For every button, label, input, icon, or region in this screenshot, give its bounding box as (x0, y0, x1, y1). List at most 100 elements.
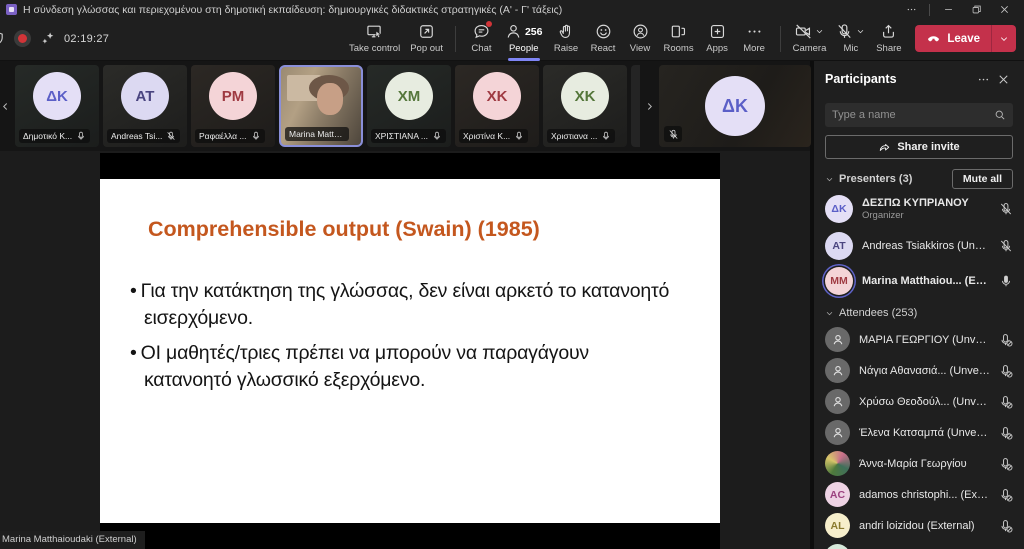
video-tile[interactable]: XK Χριστιανα ... (543, 65, 627, 147)
chat-button[interactable]: Chat (463, 19, 500, 59)
pop-out-button[interactable]: Pop out (405, 19, 448, 59)
mic-options-chevron[interactable] (856, 23, 865, 41)
apps-icon (709, 23, 726, 40)
participant-search[interactable] (825, 103, 1013, 127)
teams-meeting-window: Η σύνδεση γλώσσας και περιεχομένου στη δ… (0, 0, 1024, 549)
mic-blocked-icon[interactable] (999, 426, 1013, 440)
mic-muted-icon[interactable] (999, 239, 1013, 253)
tile-name: Δημοτικό Κ... (23, 131, 72, 141)
tile-name: Χριστίνα Κ... (463, 131, 510, 141)
mic-icon (76, 131, 86, 141)
tile-name: Ραφαέλλα ... (199, 131, 247, 141)
avatar (825, 358, 850, 383)
close-window-button[interactable] (990, 0, 1018, 19)
view-button[interactable]: View (622, 19, 659, 59)
search-input[interactable] (832, 109, 994, 121)
avatar: ΔΚ (705, 76, 765, 136)
camera-button[interactable]: Camera (788, 19, 832, 59)
video-tile-speaking[interactable]: Marina Matthai... (279, 65, 363, 147)
titlebar-more-button[interactable] (897, 0, 925, 19)
person-icon (831, 333, 845, 347)
meeting-title: Η σύνδεση γλώσσας και περιεχομένου στη δ… (23, 4, 562, 16)
participant-row[interactable]: ΜΑΡΙΑ ΓΕΩΡΓΙΟΥ (Unverified) (825, 324, 1013, 355)
participant-row[interactable]: AP ANDRI PHILIPPOU (External) (825, 541, 1013, 549)
avatar: AT (121, 72, 169, 120)
mic-on-icon[interactable] (999, 274, 1013, 288)
leave-button[interactable]: Leave (915, 25, 1016, 52)
mic-blocked-icon[interactable] (999, 333, 1013, 347)
raise-hand-button[interactable]: Raise (548, 19, 585, 59)
mic-blocked-icon[interactable] (999, 488, 1013, 502)
chevron-right-icon (644, 101, 655, 112)
leave-options-chevron[interactable] (992, 25, 1016, 52)
avatar-photo (825, 451, 850, 476)
apps-button[interactable]: Apps (699, 19, 736, 59)
participant-row[interactable]: MM Marina Matthaiou... (External) (825, 263, 1013, 298)
mic-button[interactable]: Mic (831, 19, 870, 59)
avatar (825, 327, 850, 352)
camera-options-chevron[interactable] (815, 23, 824, 41)
filmstrip-scroll-right-button[interactable] (644, 65, 655, 147)
share-invite-button[interactable]: Share invite (825, 135, 1013, 159)
app-icon (6, 4, 17, 15)
participants-close-button[interactable] (993, 69, 1013, 89)
participant-row[interactable]: ΔΚ ΔΕΣΠΩ ΚΥΠΡΙΑΝΟΥ Organizer (825, 190, 1013, 228)
mic-blocked-icon[interactable] (999, 519, 1013, 533)
video-tile[interactable]: AT Andreas Tsi... (103, 65, 187, 147)
chevron-down-icon[interactable] (825, 309, 834, 318)
react-button[interactable]: React (585, 19, 622, 59)
minimize-button[interactable] (934, 0, 962, 19)
avatar-speaking: MM (825, 267, 853, 295)
participant-row[interactable]: Άννα-Μαρία Γεωργίου (825, 448, 1013, 479)
avatar: XK (561, 72, 609, 120)
slide-title: Comprehensible output (Swain) (1985) (148, 217, 690, 242)
mic-blocked-icon[interactable] (999, 395, 1013, 409)
mic-muted-icon[interactable] (999, 202, 1013, 216)
rooms-button[interactable]: Rooms (659, 19, 699, 59)
shield-icon (0, 31, 5, 46)
avatar: AT (825, 232, 853, 260)
participant-name: ΜΑΡΙΑ ΓΕΩΡΓΙΟΥ (Unverified) (859, 334, 990, 346)
video-tile[interactable]: XM ΧΡΙΣΤΙΑΝΑ ... (367, 65, 451, 147)
attendees-section-header[interactable]: Attendees (253) (839, 307, 1013, 319)
participant-row[interactable]: AL andri loizidou (External) (825, 510, 1013, 541)
tile-name: Marina Matthai... (289, 129, 345, 139)
video-tile[interactable]: PM Ραφαέλλα ... (191, 65, 275, 147)
person-icon (831, 426, 845, 440)
participant-row[interactable]: AT Andreas Tsiakkiros (Unverified) (825, 228, 1013, 263)
participant-row[interactable]: Χρύσω Θεοδούλ... (Unverified) (825, 386, 1013, 417)
video-filmstrip: ΔΚ Δημοτικό Κ... AT Andreas Tsi... PM Ρα… (0, 61, 810, 151)
mic-blocked-icon[interactable] (999, 364, 1013, 378)
pop-out-icon (418, 23, 435, 40)
mute-all-button[interactable]: Mute all (952, 169, 1013, 189)
avatar (825, 389, 850, 414)
mic-icon (432, 131, 442, 141)
mic-blocked-icon[interactable] (999, 457, 1013, 471)
participant-row[interactable]: AC adamos christophi... (External) (825, 479, 1013, 510)
participant-name: ΔΕΣΠΩ ΚΥΠΡΙΑΝΟΥ (862, 197, 990, 209)
presenters-section-header[interactable]: Presenters (3) (839, 173, 947, 185)
video-tile[interactable]: XK Χριστίνα Κ... (455, 65, 539, 147)
video-tile[interactable]: ΔΚ Δημοτικό Κ... (15, 65, 99, 147)
take-control-button[interactable]: Take control (344, 19, 405, 59)
participant-row[interactable]: Νάγια Αθανασιά... (Unverified) (825, 355, 1013, 386)
people-button[interactable]: 256 People (500, 19, 548, 59)
avatar: PM (209, 72, 257, 120)
video-tile-large[interactable]: ΔΚ (659, 65, 811, 147)
chevron-left-icon (0, 101, 11, 112)
slide-bullet: Για την κατάκτηση της γλώσσας, δεν είναι… (128, 278, 680, 332)
restore-button[interactable] (962, 0, 990, 19)
filmstrip-scroll-left-button[interactable] (0, 65, 11, 147)
participants-more-button[interactable] (973, 69, 993, 89)
minimize-icon (943, 4, 954, 15)
share-button[interactable]: Share (870, 19, 907, 59)
more-button[interactable]: More (736, 19, 773, 59)
chevron-down-icon[interactable] (825, 175, 834, 184)
more-icon (977, 73, 990, 86)
toolbar-divider (455, 26, 456, 52)
participant-row[interactable]: Έλενα Κατσαμπά (Unverified) (825, 417, 1013, 448)
close-icon (997, 73, 1010, 86)
meeting-toolbar: 02:19:27 Take control Pop out Chat 256 P… (0, 19, 1024, 61)
participant-name: Άννα-Μαρία Γεωργίου (859, 458, 990, 470)
take-control-icon (366, 23, 383, 40)
